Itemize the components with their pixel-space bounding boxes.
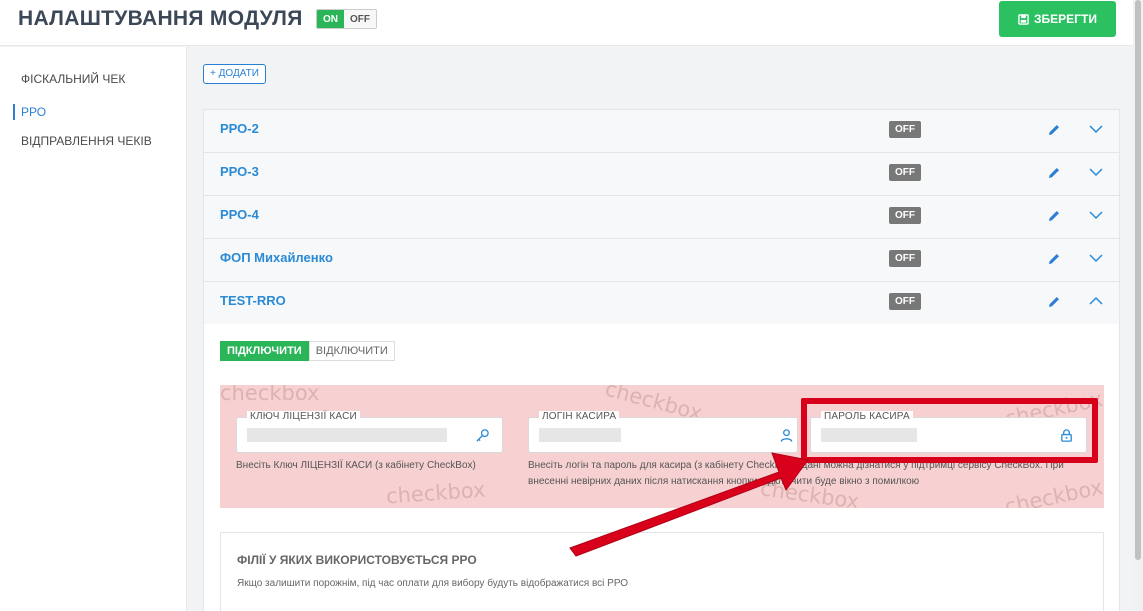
pencil-icon[interactable]: [1046, 294, 1062, 310]
floppy-icon: [1018, 13, 1029, 25]
scrollbar-thumb[interactable]: [1135, 0, 1141, 560]
toggle-off[interactable]: OFF: [344, 10, 376, 28]
toggle-on[interactable]: ON: [317, 10, 344, 28]
status-badge: OFF: [889, 250, 921, 267]
connect-button[interactable]: ПІДКЛЮЧИТИ: [220, 341, 309, 361]
rro-row[interactable]: РРО-3 OFF: [204, 153, 1119, 196]
status-badge: OFF: [889, 293, 921, 310]
license-key-hint: Внесіть Ключ ЛІЦЕНЗІЇ КАСИ (з кабінету C…: [236, 460, 476, 471]
add-rro-button[interactable]: + ДОДАТИ: [203, 64, 266, 84]
pencil-icon[interactable]: [1046, 208, 1062, 224]
rro-row-title[interactable]: РРО-4: [220, 207, 259, 222]
sidebar-item-fiscal-receipt[interactable]: ФІСКАЛЬНИЙ ЧЕК: [21, 72, 125, 86]
branches-title: ФІЛІЇ У ЯКИХ ВИКОРИСТОВУЄТЬСЯ РРО: [237, 553, 477, 567]
status-badge: OFF: [889, 121, 921, 138]
rro-row-title[interactable]: TEST-RRO: [220, 293, 286, 308]
rro-row[interactable]: РРО-4 OFF: [204, 196, 1119, 239]
connection-button-group: ПІДКЛЮЧИТИ ВІДКЛЮЧИТИ: [220, 341, 395, 361]
chevron-down-icon[interactable]: [1088, 250, 1104, 266]
license-key-field[interactable]: КЛЮЧ ЛІЦЕНЗІЇ КАСИ: [236, 411, 503, 453]
rro-row-title[interactable]: ФОП Михайленко: [220, 250, 333, 265]
sidebar-item-rro[interactable]: РРО: [21, 105, 46, 119]
status-badge: OFF: [889, 207, 921, 224]
rro-row[interactable]: ФОП Михайленко OFF: [204, 239, 1119, 282]
rro-row-title[interactable]: РРО-3: [220, 164, 259, 179]
chevron-down-icon[interactable]: [1088, 207, 1104, 223]
save-button-label: ЗБЕРЕГТИ: [1034, 12, 1097, 26]
cashier-login-field[interactable]: ЛОГІН КАСИРА: [528, 411, 798, 453]
sidebar: ФІСКАЛЬНИЙ ЧЕК РРО ВІДПРАВЛЕННЯ ЧЕКІВ: [0, 47, 187, 611]
save-button[interactable]: ЗБЕРЕГТИ: [999, 1, 1116, 37]
pencil-icon[interactable]: [1046, 251, 1062, 267]
cashier-login-value-masked: [539, 428, 621, 442]
key-icon: [476, 429, 489, 442]
user-icon: [780, 429, 793, 442]
rro-row[interactable]: РРО-2 OFF: [204, 110, 1119, 153]
sidebar-active-marker: [13, 104, 15, 120]
sidebar-item-sending-receipts[interactable]: ВІДПРАВЛЕННЯ ЧЕКІВ: [21, 134, 152, 148]
status-badge: OFF: [889, 164, 921, 181]
branches-section: ФІЛІЇ У ЯКИХ ВИКОРИСТОВУЄТЬСЯ РРО Якщо з…: [220, 532, 1104, 611]
disconnect-button[interactable]: ВІДКЛЮЧИТИ: [308, 341, 395, 361]
annotation-highlight-box: [801, 398, 1098, 463]
watermark: checkbox: [385, 477, 487, 508]
rro-row-expanded[interactable]: TEST-RRO OFF: [204, 282, 1119, 324]
watermark: checkbox: [220, 385, 320, 405]
page-title: НАЛАШТУВАННЯ МОДУЛЯ: [18, 7, 303, 30]
scrollbar[interactable]: [1133, 0, 1143, 611]
cashier-login-label: ЛОГІН КАСИРА: [539, 411, 620, 422]
pencil-icon[interactable]: [1046, 122, 1062, 138]
branches-note: Якщо залишити порожнім, під час оплати д…: [237, 578, 629, 589]
module-toggle[interactable]: ON OFF: [316, 9, 377, 29]
pencil-icon[interactable]: [1046, 165, 1062, 181]
rro-row-title[interactable]: РРО-2: [220, 121, 259, 136]
chevron-down-icon[interactable]: [1088, 121, 1104, 137]
chevron-up-icon[interactable]: [1088, 293, 1104, 309]
license-key-value-masked: [247, 428, 447, 442]
license-key-label: КЛЮЧ ЛІЦЕНЗІЇ КАСИ: [247, 411, 360, 422]
top-bar: НАЛАШТУВАННЯ МОДУЛЯ ON OFF ЗБЕРЕГТИ: [0, 0, 1133, 46]
chevron-down-icon[interactable]: [1088, 164, 1104, 180]
